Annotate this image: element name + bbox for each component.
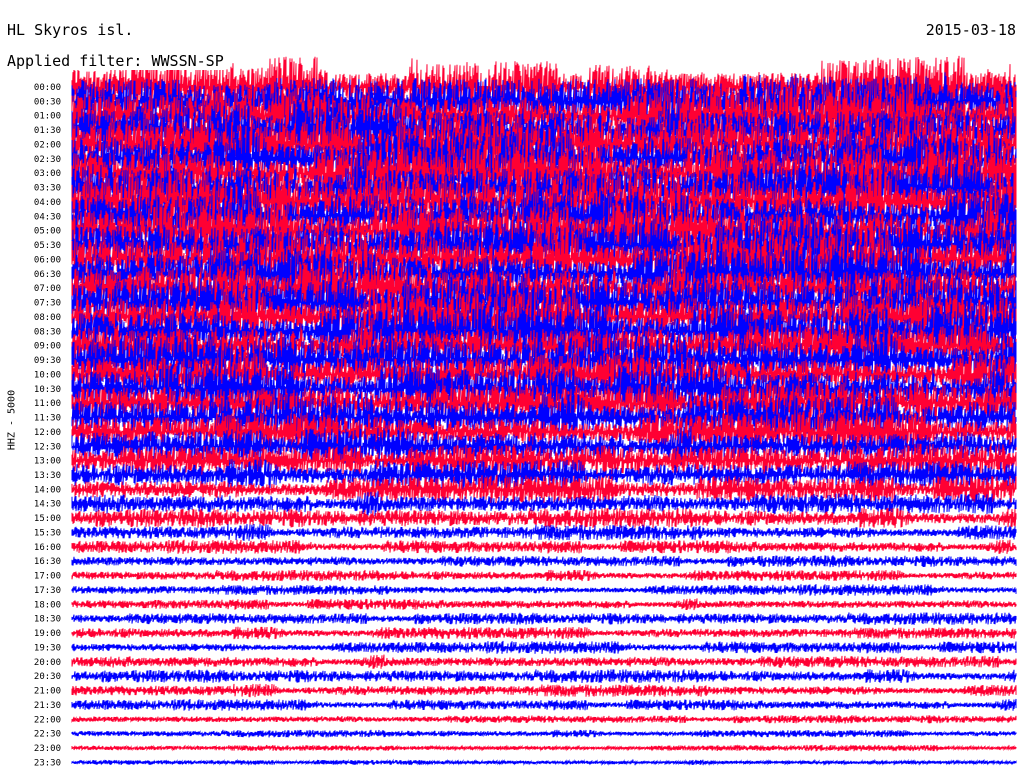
row-label: 15:30	[34, 528, 61, 538]
filter-label: Applied filter: WWSSN-SP	[7, 52, 226, 70]
row-label: 12:30	[34, 442, 61, 452]
trace-row-1700	[71, 569, 1017, 582]
row-label: 03:00	[34, 169, 61, 179]
row-label: 14:30	[34, 500, 61, 510]
trace-row-1600	[71, 539, 1017, 554]
row-label: 10:00	[34, 370, 61, 380]
row-label: 11:30	[34, 414, 61, 424]
row-label: 00:00	[34, 83, 61, 93]
row-label: 09:30	[34, 356, 61, 366]
trace-row-1630	[71, 555, 1017, 568]
row-label: 13:00	[34, 457, 61, 467]
row-label: 14:00	[34, 485, 61, 495]
row-label: 01:00	[34, 112, 61, 122]
row-label: 16:00	[34, 543, 61, 553]
trace-row-1800	[71, 598, 1017, 611]
row-label: 06:00	[34, 255, 61, 265]
trace-row-1500	[71, 507, 1017, 529]
row-label: 18:00	[34, 600, 61, 610]
trace-row-2130	[71, 698, 1017, 711]
trace-row-2330	[71, 758, 1017, 767]
row-label: 08:00	[34, 313, 61, 323]
row-label: 21:30	[34, 701, 61, 711]
trace-row-1900	[71, 626, 1017, 640]
row-label: 19:00	[34, 629, 61, 639]
row-label: 13:30	[34, 471, 61, 481]
trace-row-1730	[71, 584, 1017, 596]
row-labels: 00:00 00:30 01:00 01:30 02:00 02:30 03:00 03:30…	[34, 83, 61, 768]
seismogram-traces	[71, 55, 1017, 767]
row-label: 07:30	[34, 299, 61, 309]
row-label: 04:00	[34, 198, 61, 208]
trace-row-2000	[71, 654, 1017, 669]
row-label: 08:30	[34, 327, 61, 337]
row-label: 16:30	[34, 557, 61, 567]
row-label: 18:30	[34, 615, 61, 625]
row-label: 23:30	[34, 758, 61, 768]
row-label: 06:30	[34, 270, 61, 280]
row-label: 10:30	[34, 385, 61, 395]
row-label: 12:00	[34, 428, 61, 438]
row-label: 05:00	[34, 227, 61, 237]
trace-row-2200	[71, 715, 1017, 724]
seismogram-plot: 00:00 00:30 01:00 01:30 02:00 02:30 03:00 03:30…	[34, 55, 1017, 768]
row-label: 17:30	[34, 586, 61, 596]
row-label: 22:00	[34, 715, 61, 725]
row-label: 20:00	[34, 658, 61, 668]
trace-row-1930	[71, 640, 1017, 654]
row-label: 19:30	[34, 643, 61, 653]
row-label: 00:30	[34, 97, 61, 107]
row-label: 11:00	[34, 399, 61, 409]
trace-row-1830	[71, 612, 1017, 625]
row-label: 17:00	[34, 572, 61, 582]
plot-date: 2015-03-18	[925, 21, 1016, 39]
row-label: 01:30	[34, 126, 61, 136]
row-label: 23:00	[34, 744, 61, 754]
row-label: 09:00	[34, 342, 61, 352]
row-label: 07:00	[34, 284, 61, 294]
trace-row-2100	[71, 683, 1017, 698]
row-label: 02:00	[34, 140, 61, 150]
trace-row-2030	[71, 669, 1017, 684]
row-label: 04:30	[34, 212, 61, 222]
trace-row-2230	[71, 729, 1017, 738]
row-label: 15:00	[34, 514, 61, 524]
row-label: 21:00	[34, 687, 61, 697]
row-label: 02:30	[34, 155, 61, 165]
station-title: HL Skyros isl.	[7, 21, 134, 39]
row-label: 03:30	[34, 184, 61, 194]
row-label: 22:30	[34, 730, 61, 740]
trace-row-2300	[71, 744, 1017, 752]
row-label: 05:30	[34, 241, 61, 251]
row-label: 20:30	[34, 672, 61, 682]
channel-label: HHZ - 5000	[6, 389, 18, 451]
